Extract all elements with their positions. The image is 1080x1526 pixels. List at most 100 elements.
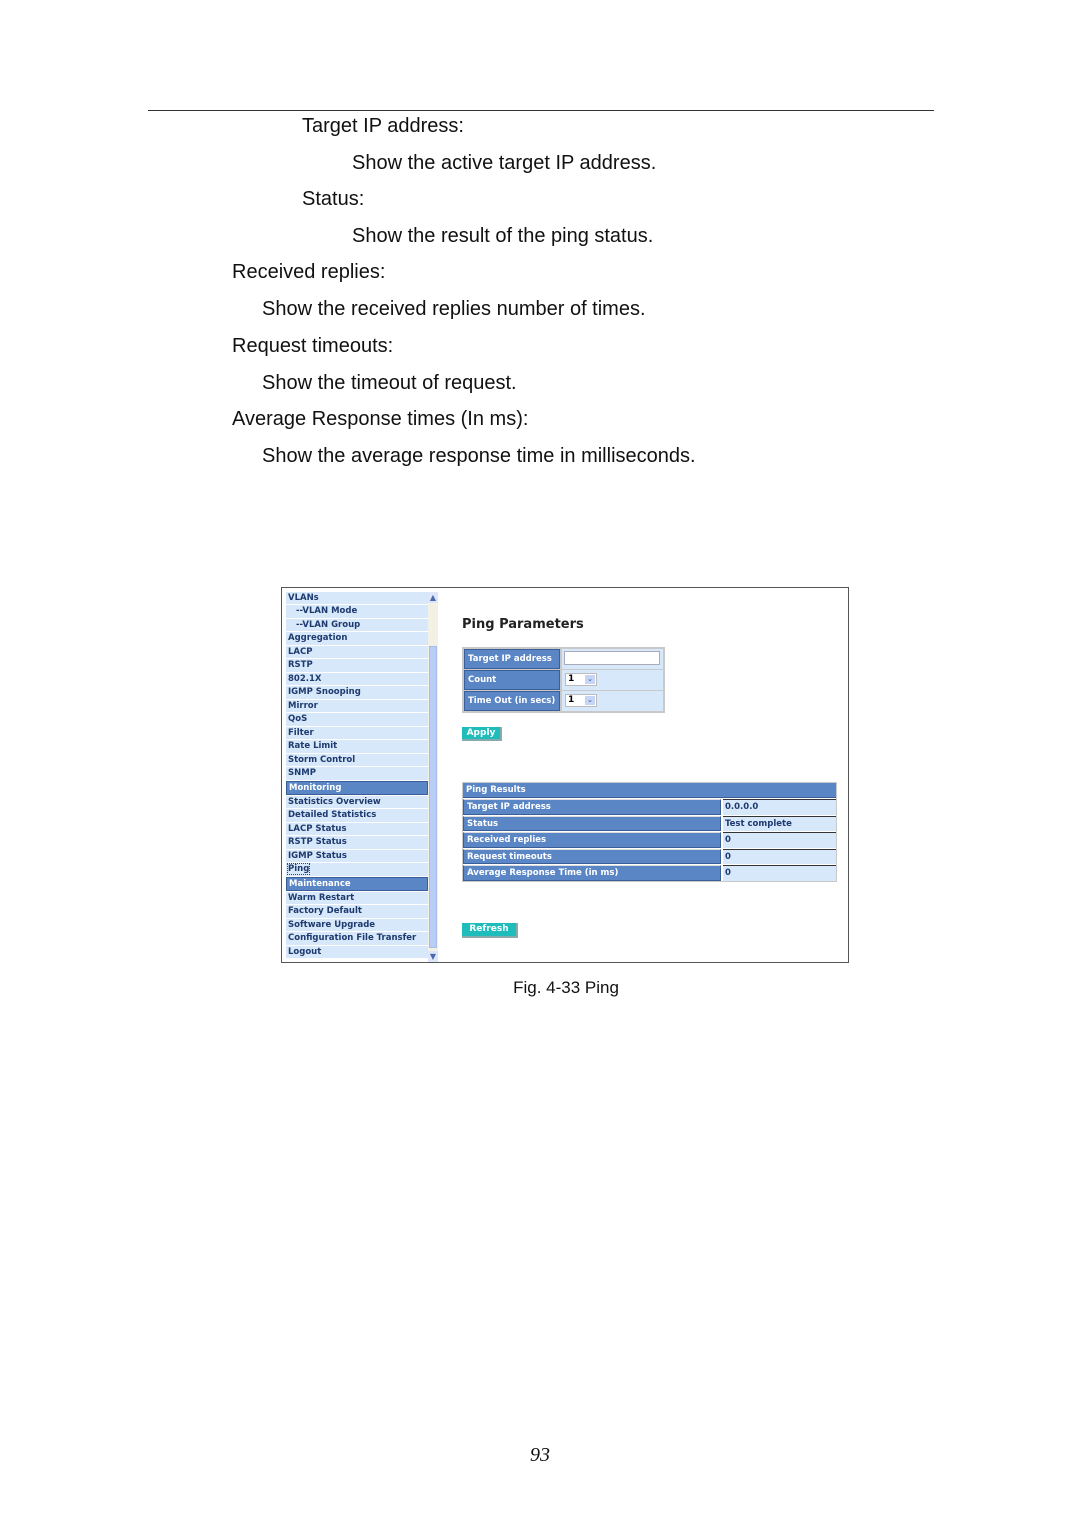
menu-item-label: Rate Limit <box>288 741 338 752</box>
chevron-down-icon[interactable]: ⌄ <box>585 675 595 684</box>
menu-item-label: RSTP <box>288 660 313 671</box>
menu-item[interactable]: Aggregation <box>286 632 428 645</box>
menu-item-label: 802.1X <box>288 673 322 684</box>
count-select[interactable]: 1 ⌄ <box>565 673 597 686</box>
menu-item[interactable]: Filter <box>286 726 428 740</box>
menu-item[interactable]: Detailed Statistics <box>286 809 428 822</box>
field-heading: Average Response times (In ms): <box>232 408 529 430</box>
field-description: Show the active target IP address. <box>352 152 657 174</box>
chevron-down-icon[interactable]: ⌄ <box>585 696 595 705</box>
result-label: Received replies <box>463 832 721 848</box>
result-value: Test complete <box>723 815 836 831</box>
timeout-select[interactable]: 1 ⌄ <box>565 694 597 707</box>
result-value: 0.0.0.0 <box>723 799 836 815</box>
menu-item-label: QoS <box>288 714 308 725</box>
timeout-label: Time Out (in secs) <box>464 691 560 711</box>
menu-item[interactable]: RSTP Status <box>286 836 428 849</box>
ping-parameters-table: Target IP address Count 1 ⌄ Time Out (in … <box>462 647 665 713</box>
result-label: Target IP address <box>463 799 721 815</box>
field-description: Show the result of the ping status. <box>352 225 654 247</box>
menu-section-header[interactable]: Maintenance <box>286 876 428 891</box>
menu-item-label: Maintenance <box>289 878 351 889</box>
ping-results-title: Ping Results <box>463 783 836 798</box>
timeout-row: Time Out (in secs) 1 ⌄ <box>464 691 663 711</box>
count-label: Count <box>464 670 560 690</box>
menu-item[interactable]: LACP Status <box>286 822 428 836</box>
menu-item[interactable]: RSTP <box>286 659 428 672</box>
menu-item-label: Logout <box>288 946 322 957</box>
menu-item-label: Filter <box>288 727 314 738</box>
header-rule <box>148 110 934 111</box>
field-description: Show the timeout of request. <box>262 372 517 394</box>
menu-item-label: Detailed Statistics <box>288 810 377 821</box>
menu-section-header[interactable]: Monitoring <box>286 780 428 795</box>
menu-item[interactable]: Logout <box>286 945 428 959</box>
menu-item[interactable]: Warm Restart <box>286 891 428 905</box>
result-label: Request timeouts <box>463 848 721 864</box>
menu-item[interactable]: Configuration File Transfer <box>286 932 428 945</box>
ping-screenshot: VLANs --VLAN Mode --VLAN Group Aggregation L… <box>281 587 849 963</box>
page-number: 93 <box>530 1444 550 1466</box>
menu-item-label: --VLAN Group <box>296 619 361 630</box>
result-label: Status <box>463 815 721 831</box>
menu-item[interactable]: Ping <box>286 863 428 876</box>
count-row: Count 1 ⌄ <box>464 670 663 690</box>
timeout-value: 1 <box>568 695 575 705</box>
menu-item[interactable]: 802.1X <box>286 672 428 686</box>
refresh-button[interactable]: Refresh <box>462 923 518 938</box>
menu-item-label: Configuration File Transfer <box>288 933 417 944</box>
menu-item-label: Aggregation <box>288 633 348 644</box>
menu-item-label: IGMP Status <box>288 850 347 861</box>
menu-item-label: IGMP Snooping <box>288 687 361 698</box>
field-description: Show the average response time in millis… <box>262 445 696 467</box>
target-ip-row: Target IP address <box>464 649 663 669</box>
menu-item-label: Monitoring <box>289 782 342 793</box>
menu-item-label: RSTP Status <box>288 837 347 848</box>
menu-item[interactable]: LACP <box>286 645 428 659</box>
menu-item-label: VLANs <box>288 593 319 603</box>
result-label: Average Response Time (in ms) <box>463 865 721 881</box>
result-value: 0 <box>723 832 836 848</box>
menu-item[interactable]: QoS <box>286 713 428 726</box>
menu-item[interactable]: VLANs <box>286 592 428 605</box>
menu-item[interactable]: SNMP <box>286 767 428 780</box>
sidebar-menu: VLANs --VLAN Mode --VLAN Group Aggregation L… <box>286 592 428 961</box>
menu-item-label: Ping <box>286 863 311 876</box>
menu-item-label: LACP Status <box>288 823 347 834</box>
menu-item-label: Mirror <box>288 700 318 711</box>
menu-item[interactable]: Storm Control <box>286 753 428 767</box>
menu-item[interactable]: Rate Limit <box>286 740 428 753</box>
menu-item[interactable]: Factory Default <box>286 905 428 918</box>
result-value: 0 <box>723 848 836 864</box>
ping-parameters-title: Ping Parameters <box>462 617 584 632</box>
scroll-thumb[interactable] <box>429 646 437 948</box>
menu-item-label: Storm Control <box>288 754 356 765</box>
field-heading: Target IP address: <box>302 115 464 137</box>
figure-caption: Fig. 4-33 Ping <box>513 978 619 997</box>
ping-results-table: Ping Results Target IP address 0.0.0.0 Sta… <box>462 782 837 882</box>
menu-item-label: --VLAN Mode <box>296 606 358 617</box>
menu-item[interactable]: Mirror <box>286 699 428 713</box>
scroll-down-icon[interactable]: ▼ <box>428 951 438 962</box>
menu-item[interactable]: --VLAN Group <box>286 618 428 632</box>
menu-item-label: LACP <box>288 646 313 657</box>
menu-item-label: SNMP <box>288 768 316 779</box>
result-row: Status Test complete <box>463 815 836 831</box>
result-row: Target IP address 0.0.0.0 <box>463 799 836 815</box>
field-description: Show the received replies number of time… <box>262 298 646 320</box>
scroll-up-icon[interactable]: ▲ <box>428 592 438 603</box>
menu-item[interactable]: Software Upgrade <box>286 918 428 932</box>
result-row: Request timeouts 0 <box>463 848 836 864</box>
field-heading: Received replies: <box>232 261 386 283</box>
sidebar-scrollbar[interactable]: ▲ ▼ <box>428 592 438 962</box>
field-heading: Request timeouts: <box>232 335 394 357</box>
menu-item[interactable]: IGMP Snooping <box>286 686 428 699</box>
menu-item[interactable]: Statistics Overview <box>286 795 428 809</box>
menu-item[interactable]: --VLAN Mode <box>286 605 428 618</box>
count-value: 1 <box>568 674 575 684</box>
target-ip-input[interactable] <box>564 651 660 665</box>
target-ip-label: Target IP address <box>464 649 560 669</box>
menu-item-label: Software Upgrade <box>288 919 376 930</box>
apply-button[interactable]: Apply <box>462 727 502 741</box>
menu-item[interactable]: IGMP Status <box>286 849 428 863</box>
